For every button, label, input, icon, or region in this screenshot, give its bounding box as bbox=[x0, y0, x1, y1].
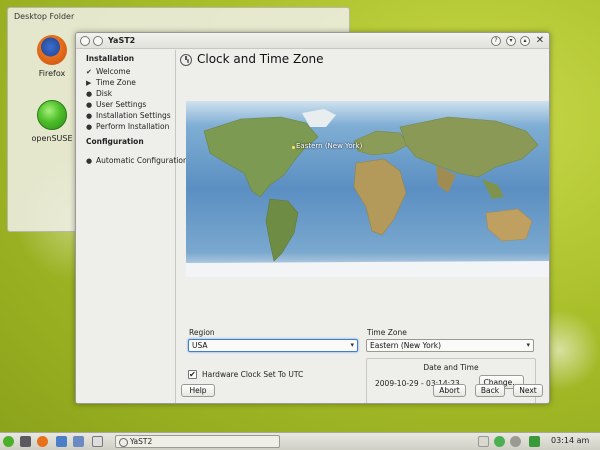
arrow-right-icon: ▶ bbox=[86, 79, 92, 87]
section-configuration: Configuration bbox=[86, 137, 144, 146]
bullet-icon: ● bbox=[86, 123, 93, 131]
minimize-icon[interactable]: ▾ bbox=[506, 36, 516, 46]
pager-icon[interactable] bbox=[92, 436, 103, 447]
next-button[interactable]: Next bbox=[513, 384, 543, 397]
world-map[interactable]: Eastern (New York) bbox=[186, 101, 549, 277]
selected-location-marker bbox=[292, 146, 295, 149]
bullet-icon: ● bbox=[86, 112, 93, 120]
step-welcome: ✔ Welcome bbox=[86, 67, 131, 76]
time-zone-value: Eastern (New York) bbox=[370, 341, 442, 350]
taskbar: YaST2 03:14 am bbox=[0, 432, 600, 450]
clipboard-icon[interactable] bbox=[478, 436, 489, 447]
opensuse-desktop-icon[interactable]: openSUSE bbox=[22, 100, 82, 143]
kickoff-menu-icon[interactable] bbox=[3, 436, 14, 447]
network-icon[interactable] bbox=[494, 436, 505, 447]
desktop: Desktop Folder Firefox openSUSE YaST2 ? … bbox=[0, 0, 600, 450]
step-user-settings: ● User Settings bbox=[86, 100, 147, 109]
close-icon[interactable]: ✕ bbox=[535, 36, 545, 46]
window-titlebar[interactable]: YaST2 ? ▾ ▴ ✕ bbox=[76, 33, 549, 49]
date-and-time-title: Date and Time bbox=[423, 363, 479, 372]
clock-icon bbox=[180, 54, 192, 66]
section-installation: Installation bbox=[86, 54, 135, 63]
window-menu-icon[interactable] bbox=[80, 36, 90, 46]
desktop-icon[interactable] bbox=[73, 436, 84, 447]
file-manager-icon[interactable] bbox=[56, 436, 67, 447]
hardware-clock-label: Hardware Clock Set To UTC bbox=[202, 370, 304, 379]
map-location-label: Eastern (New York) bbox=[296, 142, 363, 150]
battery-icon[interactable] bbox=[529, 436, 540, 447]
abort-button[interactable]: Abort bbox=[433, 384, 466, 397]
chevron-down-icon: ▾ bbox=[526, 341, 530, 349]
firefox-label: Firefox bbox=[38, 69, 66, 78]
world-map-graphic bbox=[186, 109, 549, 277]
firefox-desktop-icon[interactable]: Firefox bbox=[22, 35, 82, 78]
step-time-zone: ▶ Time Zone bbox=[86, 78, 136, 87]
firefox-launcher-icon[interactable] bbox=[37, 436, 48, 447]
maximize-icon[interactable]: ▴ bbox=[520, 36, 530, 46]
region-select[interactable]: USA ▾ bbox=[188, 339, 358, 352]
yast-window: YaST2 ? ▾ ▴ ✕ Installation ✔ Welcome ▶ Tim… bbox=[75, 32, 550, 404]
info-icon[interactable] bbox=[510, 436, 521, 447]
page-title: Clock and Time Zone bbox=[197, 52, 324, 66]
region-value: USA bbox=[192, 341, 208, 350]
check-icon: ✔ bbox=[86, 68, 92, 76]
time-zone-label: Time Zone bbox=[367, 328, 407, 337]
system-monitor-icon[interactable] bbox=[20, 436, 31, 447]
opensuse-label: openSUSE bbox=[31, 134, 73, 143]
help-icon[interactable]: ? bbox=[491, 36, 501, 46]
taskbar-item-label: YaST2 bbox=[130, 437, 153, 446]
step-automatic-configuration: ● Automatic Configuration bbox=[86, 156, 188, 165]
region-label: Region bbox=[189, 328, 215, 337]
window-title: YaST2 bbox=[108, 36, 136, 45]
taskbar-clock[interactable]: 03:14 am bbox=[551, 436, 589, 445]
hardware-clock-checkbox[interactable]: ✔ bbox=[188, 370, 197, 379]
chevron-down-icon: ▾ bbox=[350, 341, 354, 349]
folder-title: Desktop Folder bbox=[14, 12, 75, 21]
bullet-icon: ● bbox=[86, 157, 93, 165]
date-and-time-group: Date and Time 2009-10-29 - 03:14:23 Chan… bbox=[366, 358, 536, 403]
step-perform-installation: ● Perform Installation bbox=[86, 122, 170, 131]
time-zone-select[interactable]: Eastern (New York) ▾ bbox=[366, 339, 534, 352]
help-button[interactable]: Help bbox=[181, 384, 215, 397]
pin-icon[interactable] bbox=[93, 36, 103, 46]
back-button[interactable]: Back bbox=[475, 384, 505, 397]
step-installation-settings: ● Installation Settings bbox=[86, 111, 171, 120]
installation-steps-sidebar: Installation ✔ Welcome ▶ Time Zone ● Disk ●… bbox=[76, 50, 188, 403]
firefox-icon bbox=[37, 35, 67, 65]
main-content: Clock and Time Zone Eastern (New York) R… bbox=[177, 50, 549, 403]
opensuse-icon bbox=[37, 100, 67, 130]
taskbar-item-yast2[interactable]: YaST2 bbox=[115, 435, 280, 448]
bullet-icon: ● bbox=[86, 101, 93, 109]
step-disk: ● Disk bbox=[86, 89, 113, 98]
bullet-icon: ● bbox=[86, 90, 93, 98]
